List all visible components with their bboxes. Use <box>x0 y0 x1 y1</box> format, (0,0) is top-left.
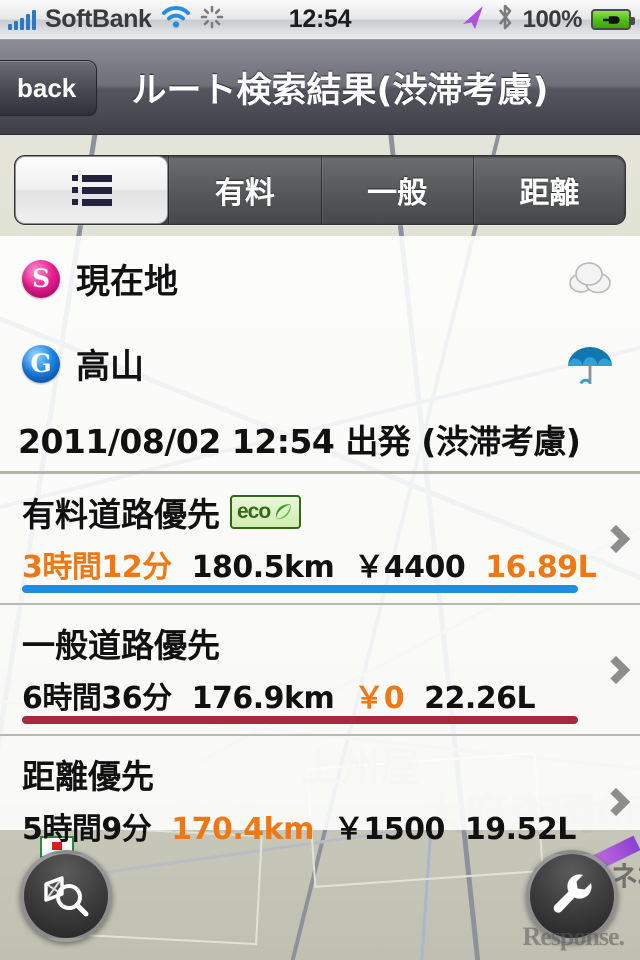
route-distance: 180.5km <box>191 550 335 585</box>
route-color-bar <box>22 716 578 724</box>
map-search-icon <box>40 868 92 925</box>
route-name-label: 一般道路優先 <box>22 626 220 665</box>
route-result-panel: S 現在地 G 高山 2011/08/02 12:54 出発 (渋滞考慮) 有料… <box>0 236 640 847</box>
route-row-general-priority[interactable]: 一般道路優先 6時間36分 176.9km ￥0 22.26L <box>0 605 640 736</box>
route-name-row: 有料道路優先 eco <box>22 488 620 536</box>
tab-general[interactable]: 一般 <box>320 156 473 224</box>
route-toll: ￥4400 <box>354 550 466 585</box>
route-time: 3時間12分 <box>22 550 172 585</box>
route-time: 5時間9分 <box>22 812 152 847</box>
route-name-label: 有料道路優先 <box>22 495 220 534</box>
route-name-label: 距離優先 <box>22 757 154 796</box>
route-toll: ￥1500 <box>333 812 446 847</box>
route-name-row: 一般道路優先 <box>22 619 620 667</box>
route-time: 6時間36分 <box>22 681 172 716</box>
battery-charging-icon <box>591 9 635 30</box>
route-fuel: 22.26L <box>424 681 536 716</box>
goal-marker-icon: G <box>22 344 60 383</box>
route-color-bar <box>22 585 578 593</box>
back-button[interactable]: back <box>0 60 98 116</box>
segmented-control[interactable]: 有料 一般 距離 <box>14 155 626 225</box>
eco-badge: eco <box>230 495 302 529</box>
status-bar: SoftBank 12:54 100% <box>0 0 640 40</box>
route-fuel: 16.89L <box>485 550 597 585</box>
route-row-toll-priority[interactable]: 有料道路優先 eco 3時間12分 180.5km ￥4400 16.89L <box>0 474 640 605</box>
start-point-row[interactable]: S 現在地 <box>0 236 640 321</box>
departure-text: 2011/08/02 12:54 出発 (渋滞考慮) <box>18 421 581 461</box>
watermark: Response. <box>522 922 625 951</box>
cloud-icon <box>562 251 618 307</box>
route-distance: 170.4km <box>171 812 314 847</box>
wrench-icon <box>547 869 597 924</box>
route-row-distance-priority[interactable]: 距離優先 5時間9分 170.4km ￥1500 19.52L <box>0 736 640 867</box>
tab-toll[interactable]: 有料 <box>168 156 320 224</box>
route-name-row: 距離優先 <box>22 750 620 798</box>
route-stats: 6時間36分 176.9km ￥0 22.26L <box>22 673 620 717</box>
start-point-label: 現在地 <box>76 262 178 302</box>
route-stats: 3時間12分 180.5km ￥4400 16.89L <box>22 542 620 586</box>
start-marker-icon: S <box>22 259 60 298</box>
map-search-button[interactable] <box>20 850 112 942</box>
departure-info: 2011/08/02 12:54 出発 (渋滞考慮) <box>0 406 640 474</box>
navigation-bar: back ルート検索結果(渋滞考慮) <box>0 40 640 135</box>
status-bar-clock: 12:54 <box>288 5 352 33</box>
back-button-label: back <box>17 72 77 103</box>
tab-list[interactable] <box>15 156 169 224</box>
tab-distance[interactable]: 距離 <box>472 156 625 224</box>
route-distance: 176.9km <box>191 681 335 716</box>
list-icon <box>71 174 112 206</box>
goal-point-row[interactable]: G 高山 <box>0 321 640 406</box>
leaf-icon <box>276 504 292 520</box>
umbrella-rain-icon <box>562 336 618 392</box>
goal-point-label: 高山 <box>76 347 144 387</box>
route-fuel: 19.52L <box>464 812 577 847</box>
route-stats: 5時間9分 170.4km ￥1500 19.52L <box>22 804 620 848</box>
eco-badge-label: eco <box>237 500 271 523</box>
route-toll: ￥0 <box>354 681 405 716</box>
